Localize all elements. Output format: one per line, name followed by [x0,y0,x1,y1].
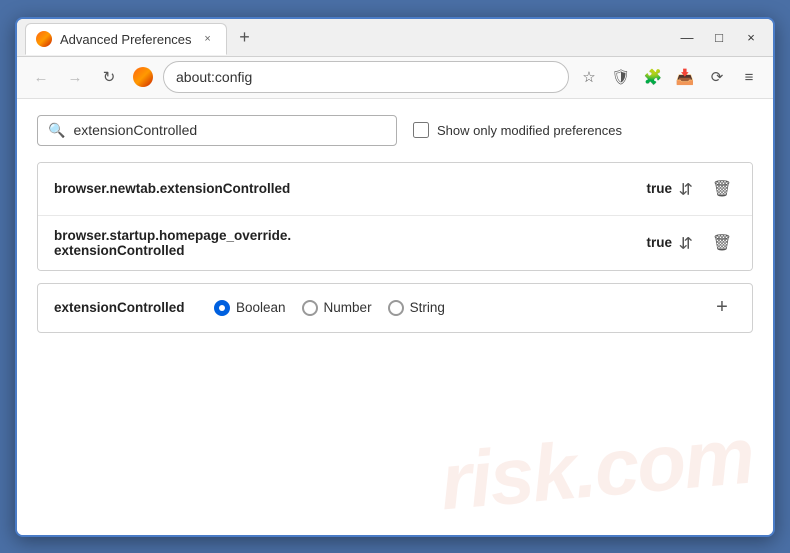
search-input[interactable] [73,122,386,138]
swap-icon-2: ⇆ [676,236,696,249]
type-radio-group: Boolean Number String [214,300,445,316]
address-text: about:config [176,69,556,85]
menu-icon[interactable]: ≡ [735,63,763,91]
firefox-favicon [36,31,52,47]
tab-title: Advanced Preferences [60,32,192,47]
back-button[interactable]: ← [27,63,55,91]
add-preference-button[interactable]: + [708,294,736,322]
table-row: browser.startup.homepage_override. exten… [38,216,752,270]
search-icon: 🔍 [48,122,65,139]
bookmark-icon[interactable]: ☆ [575,63,603,91]
radio-number[interactable]: Number [302,300,372,316]
radio-number-label: Number [324,300,372,315]
reload-button[interactable]: ↻ [95,63,123,91]
results-table: browser.newtab.extensionControlled true … [37,162,753,271]
radio-boolean-circle [214,300,230,316]
nav-bar: ← → ↻ about:config ☆ 🛡 🧩 📥 ⟳ ≡ [17,57,773,99]
search-box: 🔍 [37,115,397,146]
extension-icon[interactable]: 🧩 [639,63,667,91]
pocket-icon[interactable]: 📥 [671,63,699,91]
add-preference-row: extensionControlled Boolean Number Strin… [37,283,753,333]
tab-close-button[interactable]: × [200,31,216,47]
firefox-logo [133,67,153,87]
browser-window: Advanced Preferences × + — □ × ← → ↻ abo… [15,17,775,537]
row-actions-2: ⇆ 🗑 [672,229,736,257]
radio-number-circle [302,300,318,316]
trash-icon-1: 🗑 [712,179,732,199]
pref-value-2: true [638,235,672,250]
radio-string-label: String [410,300,445,315]
row-actions-1: ⇆ 🗑 [672,175,736,203]
title-bar: Advanced Preferences × + — □ × [17,19,773,57]
sync-icon[interactable]: ⟳ [703,63,731,91]
delete-button-1[interactable]: 🗑 [708,175,736,203]
minimize-button[interactable]: — [673,23,701,51]
toggle-button-2[interactable]: ⇆ [672,229,700,257]
radio-string-circle [388,300,404,316]
table-row: browser.newtab.extensionControlled true … [38,163,752,216]
radio-boolean[interactable]: Boolean [214,300,286,316]
content-area: risk.com 🔍 Show only modified preference… [17,99,773,535]
trash-icon-2: 🗑 [712,233,732,253]
new-pref-name: extensionControlled [54,300,194,315]
swap-icon-1: ⇆ [676,182,696,195]
modified-prefs-label: Show only modified preferences [437,123,622,138]
close-button[interactable]: × [737,23,765,51]
modified-prefs-checkbox-label[interactable]: Show only modified preferences [413,122,622,138]
maximize-button[interactable]: □ [705,23,733,51]
browser-tab[interactable]: Advanced Preferences × [25,23,227,55]
pref-name-1: browser.newtab.extensionControlled [54,181,638,196]
forward-button[interactable]: → [61,63,89,91]
pref-value-1: true [638,181,672,196]
watermark: risk.com [437,409,757,528]
search-container: 🔍 Show only modified preferences [37,115,753,146]
radio-boolean-label: Boolean [236,300,286,315]
pref-name-2: browser.startup.homepage_override. exten… [54,228,638,258]
modified-prefs-checkbox[interactable] [413,122,429,138]
nav-icons: ☆ 🛡 🧩 📥 ⟳ ≡ [575,63,763,91]
delete-button-2[interactable]: 🗑 [708,229,736,257]
address-bar[interactable]: about:config [163,61,569,93]
new-tab-button[interactable]: + [231,23,259,51]
window-controls: — □ × [673,23,765,51]
toggle-button-1[interactable]: ⇆ [672,175,700,203]
shield-icon[interactable]: 🛡 [607,63,635,91]
radio-string[interactable]: String [388,300,445,316]
